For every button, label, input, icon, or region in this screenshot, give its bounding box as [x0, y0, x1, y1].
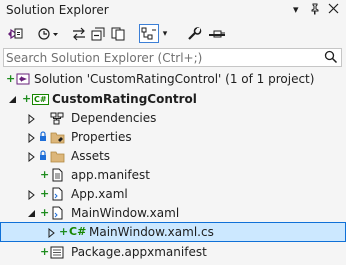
sync-arrows-icon [73, 27, 85, 40]
tree-item-app-manifest[interactable]: + app.manifest [0, 166, 346, 185]
tree-item-package-appxmanifest[interactable]: + Package.appxmanifest [0, 243, 346, 262]
added-badge: + [40, 187, 50, 200]
properties-folder-icon [50, 131, 66, 147]
history-clock-icon [38, 27, 58, 40]
collapsed-arrow-icon[interactable] [28, 151, 35, 165]
show-all-files-button[interactable] [111, 24, 127, 43]
tree-item-label: app.manifest [71, 168, 150, 182]
properties-button[interactable] [187, 24, 203, 43]
tree-item-label: Dependencies [71, 111, 157, 125]
tree-item-app-xaml[interactable]: + App.xaml [0, 185, 346, 204]
dependencies-icon [50, 112, 64, 128]
lock-icon [39, 150, 47, 164]
collapsed-arrow-icon[interactable] [28, 113, 35, 127]
collapsed-arrow-icon[interactable] [48, 227, 55, 241]
preview-pin-icon [209, 30, 225, 37]
sync-with-active-document-button[interactable] [71, 24, 87, 43]
tree-item-label: MainWindow.xaml [71, 206, 180, 220]
switch-views-button[interactable] [6, 24, 24, 43]
tree-item-project[interactable]: + C# CustomRatingControl [0, 90, 346, 109]
search-icon[interactable] [324, 50, 338, 67]
added-badge: + [40, 245, 50, 258]
added-badge: + [40, 168, 50, 181]
xaml-file-icon [50, 187, 64, 204]
collapse-all-icon [91, 27, 105, 40]
window-position-dropdown-icon[interactable]: ▾ [293, 3, 299, 17]
manifest-file-icon [50, 168, 64, 185]
lock-icon [39, 131, 47, 145]
tree-item-label: Package.appxmanifest [71, 245, 207, 259]
added-badge: + [22, 92, 32, 105]
tree-item-label: CustomRatingControl [52, 92, 197, 106]
pending-changes-filter-button[interactable] [36, 24, 60, 43]
search-box [3, 48, 342, 67]
tree-item-assets[interactable]: Assets [0, 147, 346, 166]
preview-selected-items-button[interactable] [207, 24, 227, 43]
added-badge: + [40, 206, 50, 219]
csharp-project-icon: C# [32, 94, 49, 105]
wrench-icon [188, 26, 202, 40]
solution-icon [16, 72, 30, 89]
search-input[interactable] [6, 49, 316, 66]
title-bar: Solution Explorer ▾ [0, 0, 346, 22]
tree-item-label: Solution 'CustomRatingControl' (1 of 1 p… [34, 72, 315, 86]
appxmanifest-icon [50, 246, 64, 262]
pin-icon[interactable] [309, 3, 321, 19]
added-badge: + [59, 225, 69, 238]
collapse-all-button[interactable] [91, 24, 107, 43]
switch-views-icon [8, 28, 23, 39]
tree-item-dependencies[interactable]: Dependencies [0, 109, 346, 128]
collapsed-arrow-icon[interactable] [28, 189, 35, 203]
added-badge: + [6, 72, 16, 85]
tree-item-label: Properties [71, 130, 132, 144]
expanded-arrow-icon[interactable] [27, 207, 36, 221]
solution-explorer-panel: Solution Explorer ▾ ▾ Search Solution Ex… [0, 0, 346, 265]
collapsed-arrow-icon[interactable] [28, 132, 35, 146]
csharp-file-icon: C# [69, 225, 87, 238]
show-all-files-icon [111, 27, 125, 40]
close-icon[interactable] [328, 3, 339, 18]
tree-item-mainwindow-xaml[interactable]: + MainWindow.xaml [0, 204, 346, 223]
tree-item-label: MainWindow.xaml.cs [89, 225, 214, 239]
tree-item-label: Assets [71, 149, 111, 163]
xaml-file-icon [50, 206, 64, 223]
filter-tree-icon [141, 27, 156, 39]
tree-item-properties[interactable]: Properties [0, 128, 346, 147]
filter-toggle-button[interactable] [139, 24, 159, 43]
expanded-arrow-icon[interactable] [8, 93, 17, 107]
tree-item-label: App.xaml [71, 187, 128, 201]
filter-dropdown-icon[interactable]: ▾ [160, 24, 170, 43]
panel-title: Solution Explorer [6, 3, 109, 17]
tree-item-mainwindow-xaml-cs[interactable]: + C# MainWindow.xaml.cs [0, 222, 346, 242]
folder-icon [50, 150, 66, 166]
tree-item-solution[interactable]: + Solution 'CustomRatingControl' (1 of 1… [0, 70, 346, 89]
toolbar: ▾ [0, 22, 346, 46]
